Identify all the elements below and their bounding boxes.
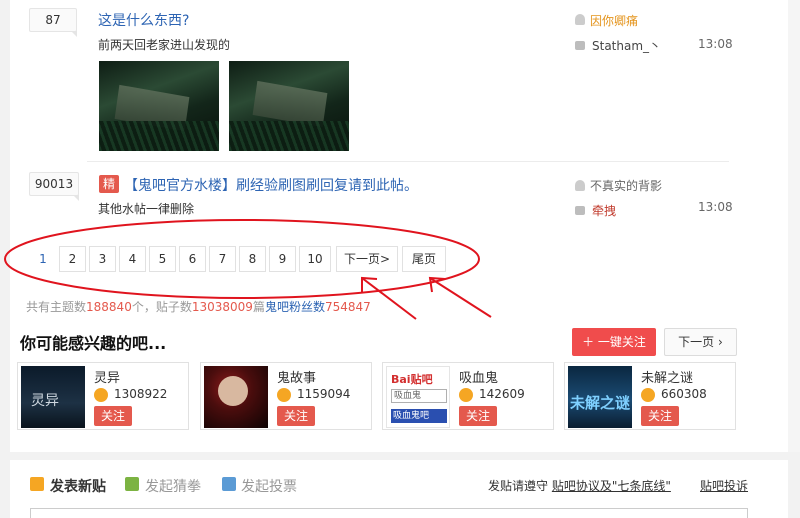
pager-page-7[interactable]: 7 [209,246,236,272]
pager-page-9[interactable]: 9 [269,246,296,272]
recommend-title: 你可能感兴趣的吧... [20,334,167,353]
tab-guess[interactable]: 发起猜拳 [145,476,201,496]
featured-badge: 精 [99,175,119,193]
last-reply-time: 13:08 [698,200,733,214]
edit-icon [30,477,44,491]
last-reply-icon [575,206,585,215]
pager-current-page: 1 [39,252,47,266]
stats-member-label: 鬼吧粉丝数 [264,300,325,314]
last-reply-user[interactable]: Statham_丶 [592,37,661,54]
stats-mid2: 篇 [252,300,265,314]
tab-vote[interactable]: 发起投票 [241,476,297,496]
right-scroll-strip [788,0,800,452]
thread-image-thumbnail[interactable] [229,61,349,151]
stats-member-count: 754847 [324,300,371,314]
author-icon [575,180,585,191]
bar-logo[interactable] [204,366,268,428]
stats-prefix: 共有主题数 [26,300,87,314]
pager-last-button[interactable]: 尾页 [402,246,446,272]
vote-icon [222,477,236,491]
bar-name[interactable]: 吸血鬼 [459,367,498,386]
bar-member-count: 1308922 [114,387,168,401]
thread-abstract: 其他水帖一律删除 [98,202,195,216]
reply-count-badge: 90013 [29,172,79,201]
bar-name[interactable]: 未解之谜 [641,367,693,386]
post-title-input[interactable] [30,508,748,518]
member-icon [277,388,291,402]
forum-stats: 共有主题数188840个，贴子数13038009篇鬼吧粉丝数754847 [26,298,371,315]
bar-member-count: 142609 [479,387,525,401]
bar-card[interactable]: 未解之谜 未解之谜 660308 关注 [564,362,736,430]
pager-page-5[interactable]: 5 [149,246,176,272]
thread-title[interactable]: 【鬼吧官方水楼】刷经验刷图刷回复请到此帖。 [124,175,418,195]
recommend-next-label: 下一页 [678,335,715,349]
last-reply-user[interactable]: 牵拽 [592,202,616,219]
post-notice-prefix: 发贴请遵守 [488,479,549,493]
follow-all-label: 一键关注 [597,335,646,349]
plus-icon: ＋ [582,335,598,349]
bar-logo[interactable]: 未解之谜 [568,366,632,428]
bar-follow-button[interactable]: 关注 [94,406,132,426]
bar-follow-button[interactable]: 关注 [277,406,315,426]
bar-card[interactable]: Bai贴吧 吸血鬼 吸血鬼吧 吸血鬼 142609 关注 [382,362,554,430]
author-icon [575,14,585,25]
stats-mid: 个，贴子数 [131,300,192,314]
bar-card[interactable]: 鬼故事 1159094 关注 [200,362,372,430]
bar-logo[interactable]: Bai贴吧 吸血鬼 吸血鬼吧 [386,366,450,428]
pager-page-6[interactable]: 6 [179,246,206,272]
thread-author[interactable]: 因你卿痛 [590,12,638,29]
follow-all-button[interactable]: ＋ 一键关注 [572,328,656,356]
bar-logo-text: 灵异 [31,393,59,409]
pager-page-4[interactable]: 4 [119,246,146,272]
thread-title[interactable]: 这是什么东西? [98,10,189,30]
chevron-right-icon: › [714,335,723,349]
bar-card[interactable]: 灵异 灵异 1308922 关注 [17,362,189,430]
recommend-next-button[interactable]: 下一页 › [664,328,737,356]
bar-logo-banner: 吸血鬼吧 [391,409,447,423]
thread-divider [87,161,729,162]
guess-icon [125,477,139,491]
thread-abstract: 前两天回老家进山发现的 [98,38,231,52]
bar-logo[interactable]: 灵异 [21,366,85,428]
pager-page-3[interactable]: 3 [89,246,116,272]
bar-logo-text: 未解之谜 [570,394,631,412]
last-reply-time: 13:08 [698,37,733,51]
bar-logo-search-box: 吸血鬼 [391,389,447,403]
bar-name[interactable]: 灵异 [94,367,120,386]
baidu-tieba-logo: Bai贴吧 [391,373,433,386]
pager-page-8[interactable]: 8 [239,246,266,272]
report-link[interactable]: 贴吧投诉 [700,477,748,494]
post-notice: 发贴请遵守 贴吧协议及"七条底线" [488,477,671,494]
member-icon [459,388,473,402]
member-icon [641,388,655,402]
tieba-agreement-link[interactable]: 贴吧协议及"七条底线" [552,479,671,493]
bar-follow-button[interactable]: 关注 [459,406,497,426]
thread-author[interactable]: 不真实的背影 [590,177,662,194]
bar-member-count: 1159094 [297,387,351,401]
stats-post-count: 13038009 [191,300,253,314]
last-reply-icon [575,41,585,50]
tab-new-post[interactable]: 发表新贴 [50,476,106,496]
pager-page-2[interactable]: 2 [59,246,86,272]
pager-next-button[interactable]: 下一页> [336,246,398,272]
reply-count-badge: 87 [29,8,77,37]
bar-follow-button[interactable]: 关注 [641,406,679,426]
stats-topic-count: 188840 [86,300,132,314]
bar-member-count: 660308 [661,387,707,401]
member-icon [94,388,108,402]
thread-image-thumbnail[interactable] [99,61,219,151]
pager-page-10[interactable]: 10 [299,246,331,272]
bar-name[interactable]: 鬼故事 [277,367,316,386]
